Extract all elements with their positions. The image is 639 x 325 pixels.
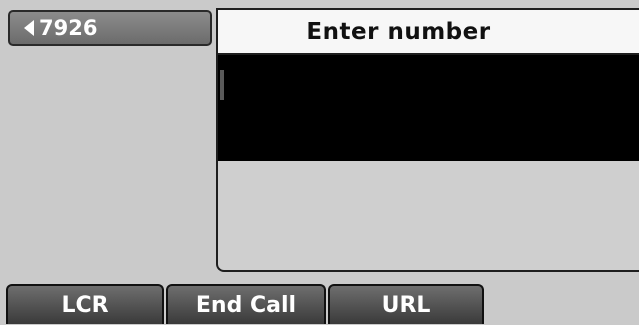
softkey-label: End Call xyxy=(195,292,297,318)
number-entry-field[interactable] xyxy=(218,55,639,161)
left-arrow-icon xyxy=(24,20,34,36)
enter-number-dialog: Enter number xyxy=(216,8,639,272)
softkey-lcr[interactable]: LCR xyxy=(6,284,164,324)
text-cursor xyxy=(220,70,224,100)
softkey-label: URL xyxy=(381,292,431,318)
dialog-title: Enter number xyxy=(306,18,491,45)
softkey-url[interactable]: URL xyxy=(328,284,484,324)
phone-screen: 7926 Enter number LCR End Call URL xyxy=(0,0,639,325)
line-key-label: 7926 xyxy=(39,16,98,40)
softkey-end-call[interactable]: End Call xyxy=(166,284,326,324)
softkey-label: LCR xyxy=(61,292,109,318)
softkey-bar: LCR End Call URL xyxy=(0,280,639,325)
dialog-title-bar: Enter number xyxy=(218,10,639,55)
line-key-7926[interactable]: 7926 xyxy=(8,10,212,46)
